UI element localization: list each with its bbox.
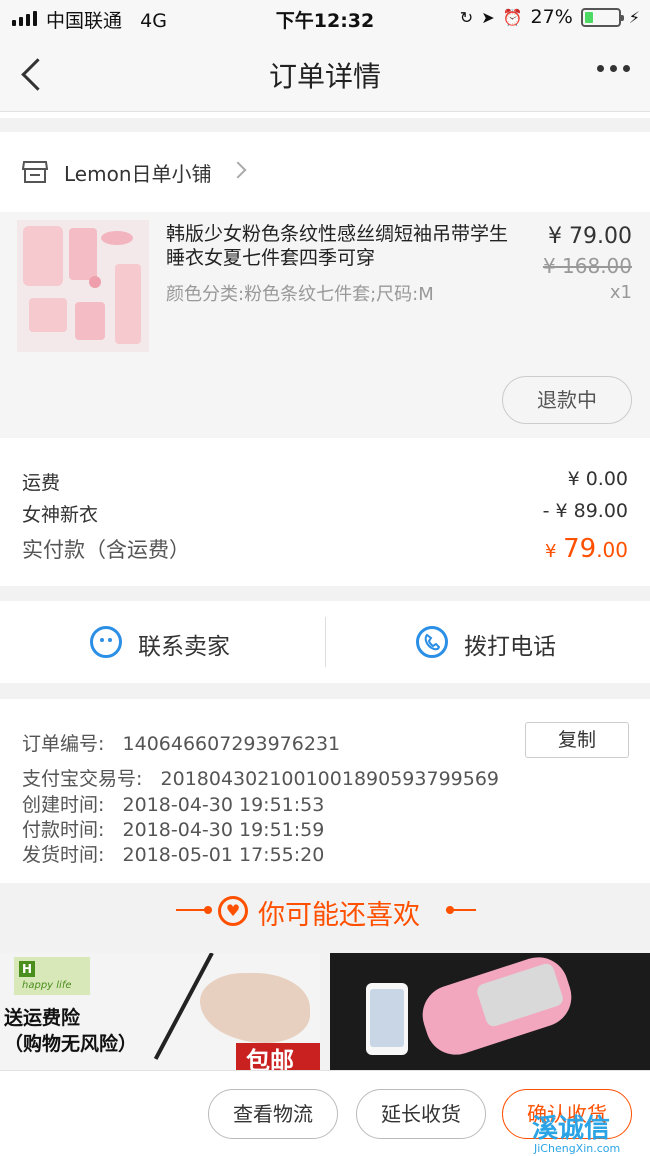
phone-icon [416,626,448,658]
paid-time-label: 付款时间: [22,819,105,841]
product-promo-text: 送运费险 （购物无风险） [4,1007,138,1055]
shop-row[interactable]: Lemon日单小铺 [0,132,650,212]
created-time-value: 2018-04-30 19:51:53 [122,794,325,816]
separator-strip [0,112,650,118]
recommend-header: 你可能还喜欢 [0,883,650,953]
total-label: 实付款（含运费） [22,538,190,562]
call-phone-label: 拨打电话 [464,634,556,660]
recommend-product-card[interactable] [330,953,650,1070]
alipay-number-value: 2018043021001001890593799569 [160,768,500,790]
alarm-icon: ⏰ [502,7,523,27]
created-time-row: 创建时间: 2018-04-30 19:51:53 [22,790,324,817]
watermark-logo: 溪诚信 [532,1114,611,1144]
copy-button[interactable]: 复制 [525,722,629,758]
created-time-label: 创建时间: [22,794,105,816]
promo-banner: 包邮 [236,1043,320,1070]
discount-row: 女神新衣 - ¥ 89.00 [22,500,628,527]
charging-icon: ⚡ [628,7,640,27]
refund-status-button[interactable]: 退款中 [502,376,632,424]
battery-icon [580,7,624,27]
heart-icon [218,896,248,926]
brand-text: happy life [22,980,72,991]
product-title: 韩版少女粉色条纹性感丝绸短袖吊带学生睡衣女夏七件套四季可穿 [166,223,509,269]
alipay-number-row: 支付宝交易号: 2018043021001001890593799569 [22,764,499,791]
order-info: 订单编号: 140646607293976231 复制 支付宝交易号: 2018… [0,699,650,883]
order-number-value: 140646607293976231 [122,733,341,755]
battery-percent: 27% [530,6,573,28]
recommend-product-card[interactable]: H happy life 送运费险 （购物无风险） 包邮 [0,953,320,1070]
store-icon [22,161,48,183]
extend-receipt-button[interactable]: 延长收货 [356,1089,486,1139]
paid-time-value: 2018-04-30 19:51:59 [122,819,325,841]
recommend-title: 你可能还喜欢 [258,900,420,931]
discount-label: 女神新衣 [22,504,99,526]
total-value: ¥ 79.00 [544,534,628,564]
shipping-fee-value: ¥ 0.00 [567,468,628,490]
paid-time-row: 付款时间: 2018-04-30 19:51:59 [22,815,324,842]
contact-seller-button[interactable]: 联系卖家 [0,601,325,683]
product-sku: 颜色分类:粉色条纹七件套;尺码:M [166,284,434,305]
shipping-fee-row: 运费 ¥ 0.00 [22,468,628,495]
order-number-row: 订单编号: 140646607293976231 [22,729,340,756]
order-item[interactable]: 韩版少女粉色条纹性感丝绸短袖吊带学生睡衣女夏七件套四季可穿 颜色分类:粉色条纹七… [0,212,650,438]
total-row: 实付款（含运费） ¥ 79.00 [22,534,628,564]
product-price: ¥ 79.00 [548,224,632,249]
product-image [17,220,149,352]
alipay-number-label: 支付宝交易号: [22,768,143,790]
more-dots-icon[interactable] [597,65,630,72]
product-quantity: x1 [609,282,632,303]
product-photo [200,973,310,1043]
product-photo [330,953,650,1070]
status-bar: 中国联通 4G 下午12:32 ↻ ➤ ⏰ 27% ⚡ [0,0,650,36]
shop-name: Lemon日单小铺 [64,162,212,186]
brand-badge: H happy life [14,957,90,995]
decor-dot [204,906,212,914]
watermark: 溪诚信 JiChengXin.com [532,1108,650,1156]
view-logistics-button[interactable]: 查看物流 [208,1089,338,1139]
contact-bar: 联系卖家 拨打电话 [0,601,650,683]
nav-bar: 订单详情 [0,36,650,112]
shipped-time-label: 发货时间: [22,844,105,866]
order-number-label: 订单编号: [22,733,105,755]
watermark-url: JiChengXin.com [534,1142,621,1155]
shipped-time-row: 发货时间: 2018-05-01 17:55:20 [22,840,324,867]
decor-line [446,909,476,911]
contact-seller-label: 联系卖家 [138,634,230,660]
location-icon: ➤ [481,7,495,27]
shipped-time-value: 2018-05-01 17:55:20 [122,844,325,866]
call-phone-button[interactable]: 拨打电话 [326,601,650,683]
chat-bubble-icon [90,626,122,658]
fee-summary: 运费 ¥ 0.00 女神新衣 - ¥ 89.00 实付款（含运费） ¥ 79.0… [0,438,650,586]
lock-rotation-icon: ↻ [459,7,474,27]
chevron-right-icon [229,161,247,179]
decor-line [176,909,206,911]
discount-value: - ¥ 89.00 [542,500,628,522]
page-title: 订单详情 [268,60,381,93]
shipping-fee-label: 运费 [22,472,61,494]
product-original-price: ¥ 168.00 [542,254,632,278]
